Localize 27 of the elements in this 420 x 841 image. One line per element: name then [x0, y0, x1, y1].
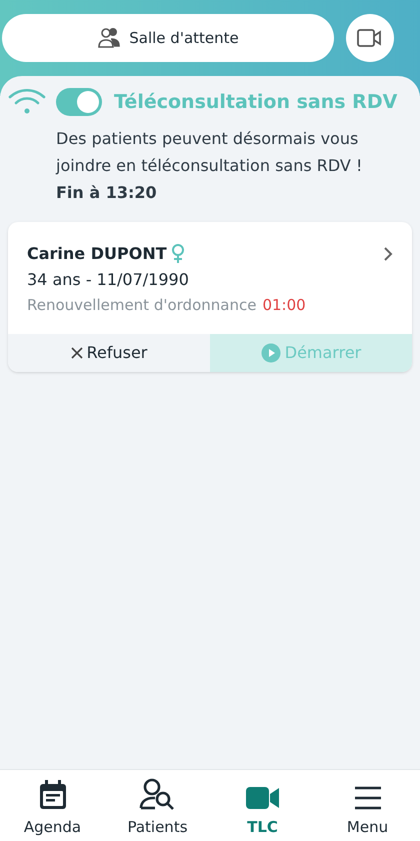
nav-tab[interactable]: Agenda	[0, 770, 105, 841]
patient-card[interactable]: Carine DUPONT 34 ans - 11/07/1990 Renouvellement d'ordonnance 01:00 Refuser Démarrer	[8, 222, 412, 372]
video-call-button[interactable]	[346, 14, 394, 62]
female-icon	[170, 244, 185, 264]
info-message: Des patients peuvent désormais vous joindre en téléconsultation sans RDV !	[56, 128, 364, 176]
patient-age: 34 ans - 11/07/1990	[27, 268, 190, 290]
video-camera-icon	[246, 786, 280, 810]
waiting-room-button[interactable]: Salle d'attente	[2, 14, 334, 62]
consultation-reason: Renouvellement d'ordonnance	[27, 294, 256, 316]
close-icon	[70, 347, 83, 359]
nav-tab[interactable]: Menu	[315, 770, 420, 841]
wifi-icon	[8, 88, 46, 116]
nav-tab[interactable]: Patients	[105, 770, 210, 841]
chevron-right-icon[interactable]	[383, 246, 393, 262]
video-camera-icon	[357, 29, 383, 47]
end-time: Fin à 13:20	[56, 182, 158, 204]
timer: 01:00	[262, 294, 306, 316]
play-icon	[260, 343, 281, 363]
refuse-button[interactable]: Refuser	[8, 334, 210, 372]
nav-tab[interactable]: TLC	[210, 770, 315, 841]
menu-icon	[354, 786, 382, 810]
patient-search-icon	[138, 778, 176, 810]
section-title: Téléconsultation sans RDV	[114, 90, 398, 115]
patient-name: Carine DUPONT	[27, 242, 167, 264]
calendar-icon	[38, 780, 66, 810]
people-icon	[97, 27, 122, 49]
toggle-switch[interactable]	[56, 88, 102, 116]
